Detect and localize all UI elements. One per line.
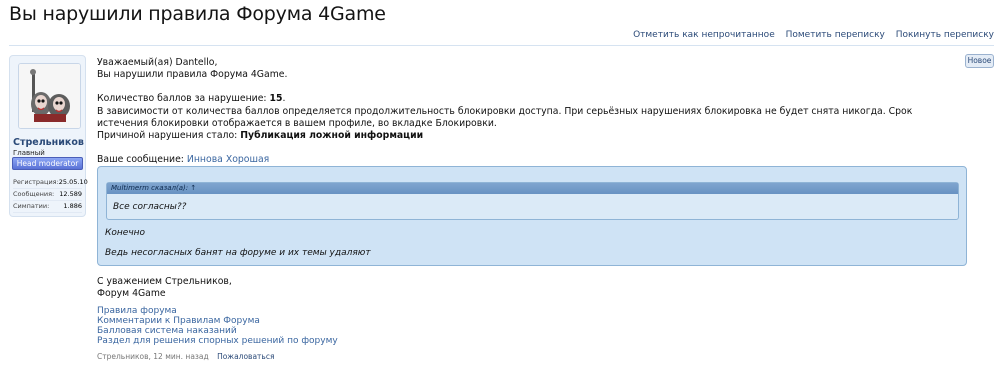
link-forum-rules[interactable]: Правила форума [97, 306, 338, 316]
your-message-line: Ваше сообщение: Иннова Хорошая [97, 154, 957, 166]
link-rules-comments[interactable]: Комментарии к Правилам Форума [97, 316, 338, 326]
quote-header[interactable]: Multimerm сказал(а): ↑ [107, 183, 958, 194]
page-title: Вы нарушили правила Форума 4Game [9, 3, 386, 25]
your-message-label: Ваше сообщение: [97, 154, 187, 166]
post-footer: Стрельников, 12 мин. назад Пожаловаться [97, 352, 274, 361]
signature-line: Форум 4Game [97, 288, 166, 300]
rules-links: Правила форума Комментарии к Правилам Фо… [97, 306, 338, 346]
link-points-system[interactable]: Балловая система наказаний [97, 326, 338, 336]
conversation-actions: Отметить как непрочитанное Пометить пере… [625, 30, 994, 40]
leave-conversation-link[interactable]: Покинуть переписку [896, 30, 994, 40]
avatar[interactable] [18, 63, 81, 129]
stat-value: 1.886 [63, 202, 82, 210]
quote-block: Multimerm сказал(а): ↑ Все согласны?? [106, 182, 959, 220]
quote-text: Все согласны?? [113, 202, 187, 212]
signature-line: С уважением Стрельников, [97, 276, 232, 287]
violation-text: Вы нарушили правила Форума 4Game. [97, 69, 288, 81]
reason-value: Публикация ложной информации [240, 130, 424, 142]
stat-row: Регистрация: 25.05.10 [13, 177, 88, 189]
link-disputes-section[interactable]: Раздел для решения спорных решений по фо… [97, 336, 338, 346]
post-meta: Стрельников, 12 мин. назад [97, 352, 209, 361]
author-badge: Head moderator [12, 157, 83, 170]
reason-line: Причиной нарушения стало: Публикация лож… [97, 130, 957, 142]
reply-text: Ведь несогласных банят на форуме и их те… [105, 248, 371, 258]
author-stats: Регистрация: 25.05.10 Сообщения: 12.589 … [13, 177, 88, 213]
mark-unread-link[interactable]: Отметить как непрочитанное [633, 30, 775, 40]
points-end: . [282, 93, 286, 105]
duration-info: В зависимости от количества баллов опред… [97, 105, 913, 129]
signature: С уважением Стрельников, Форум 4Game [97, 276, 232, 300]
points-label: Количество баллов за нарушение: [97, 93, 270, 105]
mark-conversation-link[interactable]: Пометить переписку [786, 30, 885, 40]
stat-value: 12.589 [59, 190, 82, 198]
report-link[interactable]: Пожаловаться [217, 352, 274, 361]
stat-row: Симпатии: 1.886 [13, 201, 82, 213]
message-body: Уважаемый(ая) Dantello, Вы нарушили прав… [97, 57, 957, 166]
points-line: Количество баллов за нарушение: 15. [97, 93, 957, 105]
stat-label: Сообщения: [13, 190, 55, 198]
stat-label: Симпатии: [13, 202, 50, 210]
quoted-post: Multimerm сказал(а): ↑ Все согласны?? Ко… [97, 166, 967, 266]
author-sidebar: Стрельников Главный модератор Head moder… [9, 55, 88, 217]
divider [9, 45, 994, 46]
stat-label: Регистрация: [13, 178, 59, 186]
new-badge: Новое [965, 54, 994, 68]
points-value: 15 [269, 93, 283, 105]
avatar-image [19, 64, 80, 128]
reply-text: Конечно [105, 228, 146, 238]
author-name[interactable]: Стрельников [10, 137, 88, 148]
stat-row: Сообщения: 12.589 [13, 189, 82, 201]
your-message-link[interactable]: Иннова Хорошая [187, 154, 269, 165]
reason-label: Причиной нарушения стало: [97, 130, 241, 142]
greeting: Уважаемый(ая) Dantello, [97, 57, 218, 68]
stat-value: 25.05.10 [58, 178, 88, 186]
